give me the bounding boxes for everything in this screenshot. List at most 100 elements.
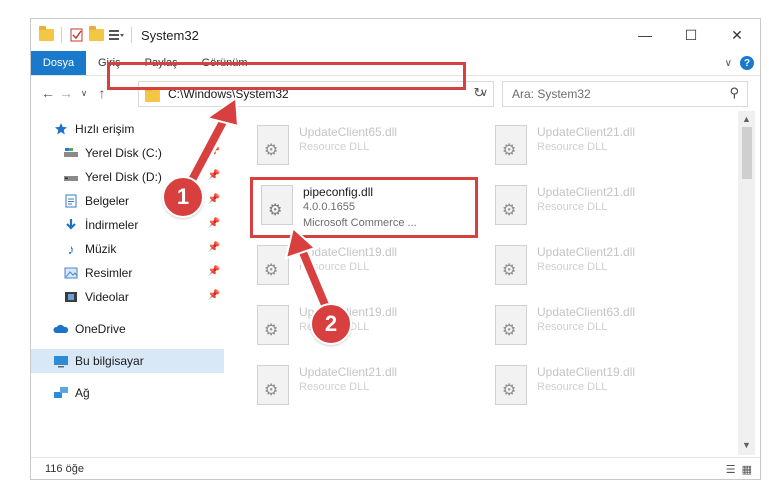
gear-icon: ⚙	[502, 382, 517, 399]
refresh-icon[interactable]: ↻	[468, 81, 490, 105]
properties-icon[interactable]	[69, 28, 85, 42]
file-item[interactable]: ⚙ UpdateClient21.dll Resource DLL	[487, 239, 717, 299]
search-placeholder: Ara: System32	[512, 87, 591, 101]
sidebar-item-quick-access[interactable]: Hızlı erişim	[31, 117, 224, 141]
gear-icon: ⚙	[502, 262, 517, 279]
tiles-view-icon[interactable]: ▦	[742, 463, 752, 476]
file-highlight	[250, 177, 478, 238]
sidebar-item-label: Yerel Disk (C:)	[85, 146, 162, 160]
window-title: System32	[141, 27, 199, 43]
dll-file-icon: ⚙	[495, 125, 527, 165]
sidebar-item-pictures[interactable]: Resimler 📌	[31, 261, 224, 285]
sidebar-item-label: Bu bilgisayar	[75, 354, 144, 368]
file-item[interactable]: ⚙ UpdateClient21.dll Resource DLL	[249, 359, 479, 419]
sidebar-item-videos[interactable]: Videolar 📌	[31, 285, 224, 309]
video-icon	[63, 290, 79, 304]
sidebar-item-label: Videolar	[85, 290, 129, 304]
sidebar-item-label: OneDrive	[75, 322, 126, 336]
sidebar-item-music[interactable]: ♪ Müzik 📌	[31, 237, 224, 261]
dll-file-icon: ⚙	[495, 245, 527, 285]
sidebar-item-label: Belgeler	[85, 194, 130, 208]
sidebar-item-downloads[interactable]: İndirmeler 📌	[31, 213, 224, 237]
sidebar-item-local-disk-c[interactable]: Yerel Disk (C:) 📌	[31, 141, 224, 165]
gear-icon: ⚙	[502, 202, 517, 219]
recent-locations-icon[interactable]: ∨	[75, 88, 93, 99]
search-icon: ⚲	[729, 85, 739, 100]
dll-file-icon: ⚙	[257, 125, 289, 165]
sidebar-item-onedrive[interactable]: OneDrive	[31, 317, 224, 341]
star-icon	[53, 122, 69, 136]
sidebar-item-this-pc[interactable]: Bu bilgisayar	[31, 349, 224, 373]
drive-icon	[63, 170, 79, 184]
gear-icon: ⚙	[264, 142, 279, 159]
drive-icon	[63, 146, 79, 160]
sidebar-item-label: Ağ	[75, 386, 90, 400]
pin-icon[interactable]: 📌	[208, 218, 220, 229]
file-list: ⚙ UpdateClient65.dll Resource DLL ⚙ Upda…	[249, 111, 737, 455]
pin-icon[interactable]: 📌	[208, 266, 220, 277]
status-bar: 116 öğe ☰ ▦	[31, 457, 760, 480]
navigation-pane: Hızlı erişim Yerel Disk (C:) 📌 Yerel Dis…	[31, 117, 224, 457]
file-item[interactable]: ⚙ UpdateClient65.dll Resource DLL	[249, 119, 479, 179]
pin-icon[interactable]: 📌	[208, 242, 220, 253]
quick-access-toolbar	[39, 26, 135, 43]
file-item[interactable]: ⚙ UpdateClient19.dll Resource DLL	[487, 359, 717, 419]
dll-file-icon: ⚙	[257, 245, 289, 285]
title-bar: System32 — ☐ ✕	[31, 19, 760, 51]
dll-file-icon: ⚙	[257, 365, 289, 405]
minimize-button[interactable]: —	[622, 19, 668, 51]
document-icon	[63, 194, 79, 208]
tab-file[interactable]: Dosya	[31, 51, 86, 75]
gear-icon: ⚙	[264, 322, 279, 339]
back-icon[interactable]: ←	[39, 85, 57, 101]
file-item[interactable]: ⚙ UpdateClient21.dll Resource DLL	[487, 179, 717, 239]
pin-icon[interactable]: 📌	[208, 290, 220, 301]
pin-icon[interactable]: 📌	[208, 170, 220, 181]
computer-icon	[53, 354, 69, 368]
gear-icon: ⚙	[502, 142, 517, 159]
network-icon	[53, 386, 69, 400]
gear-icon: ⚙	[264, 382, 279, 399]
new-folder-icon[interactable]	[89, 26, 104, 41]
sidebar-item-label: İndirmeler	[85, 218, 139, 232]
scrollbar-thumb[interactable]	[742, 127, 752, 179]
window-controls: — ☐ ✕	[622, 19, 760, 51]
folder-icon	[39, 26, 54, 41]
download-icon	[63, 218, 79, 232]
sidebar-item-network[interactable]: Ağ	[31, 381, 224, 405]
item-count: 116 öğe	[45, 463, 84, 475]
search-input[interactable]: Ara: System32 ⚲	[502, 81, 748, 107]
dll-file-icon: ⚙	[495, 365, 527, 405]
pictures-icon	[63, 266, 79, 280]
dll-file-icon: ⚙	[257, 305, 289, 345]
help-icon[interactable]: ?	[740, 56, 754, 70]
callout-2: 2	[310, 303, 352, 345]
folder-icon	[145, 86, 160, 102]
file-item[interactable]: ⚙ UpdateClient19.dll Resource DLL	[249, 299, 479, 359]
sidebar-item-label: Resimler	[85, 266, 133, 280]
gear-icon: ⚙	[264, 262, 279, 279]
close-button[interactable]: ✕	[714, 19, 760, 51]
scroll-down-icon[interactable]: ▼	[738, 440, 755, 450]
gear-icon: ⚙	[502, 322, 517, 339]
details-view-icon[interactable]: ☰	[726, 463, 736, 476]
file-item[interactable]: ⚙ UpdateClient19.dll Resource DLL	[249, 239, 479, 299]
cloud-icon	[53, 322, 69, 336]
scroll-up-icon[interactable]: ▲	[738, 114, 755, 124]
pin-icon[interactable]: 📌	[208, 194, 220, 205]
sidebar-item-label: Hızlı erişim	[75, 122, 135, 136]
pin-icon[interactable]: 📌	[208, 146, 220, 157]
maximize-button[interactable]: ☐	[668, 19, 714, 51]
dll-file-icon: ⚙	[495, 305, 527, 345]
callout-1: 1	[162, 176, 204, 218]
file-item[interactable]: ⚙ UpdateClient63.dll Resource DLL	[487, 299, 717, 359]
customize-icon[interactable]	[108, 28, 124, 42]
sidebar-item-label: Yerel Disk (D:)	[85, 170, 162, 184]
forward-icon[interactable]: →	[57, 85, 75, 101]
music-icon: ♪	[67, 241, 75, 257]
expand-ribbon-icon[interactable]: ∨	[725, 58, 732, 69]
address-highlight	[107, 62, 466, 90]
dll-file-icon: ⚙	[495, 185, 527, 225]
file-item[interactable]: ⚙ UpdateClient21.dll Resource DLL	[487, 119, 717, 179]
sidebar-item-label: Müzik	[85, 242, 117, 256]
